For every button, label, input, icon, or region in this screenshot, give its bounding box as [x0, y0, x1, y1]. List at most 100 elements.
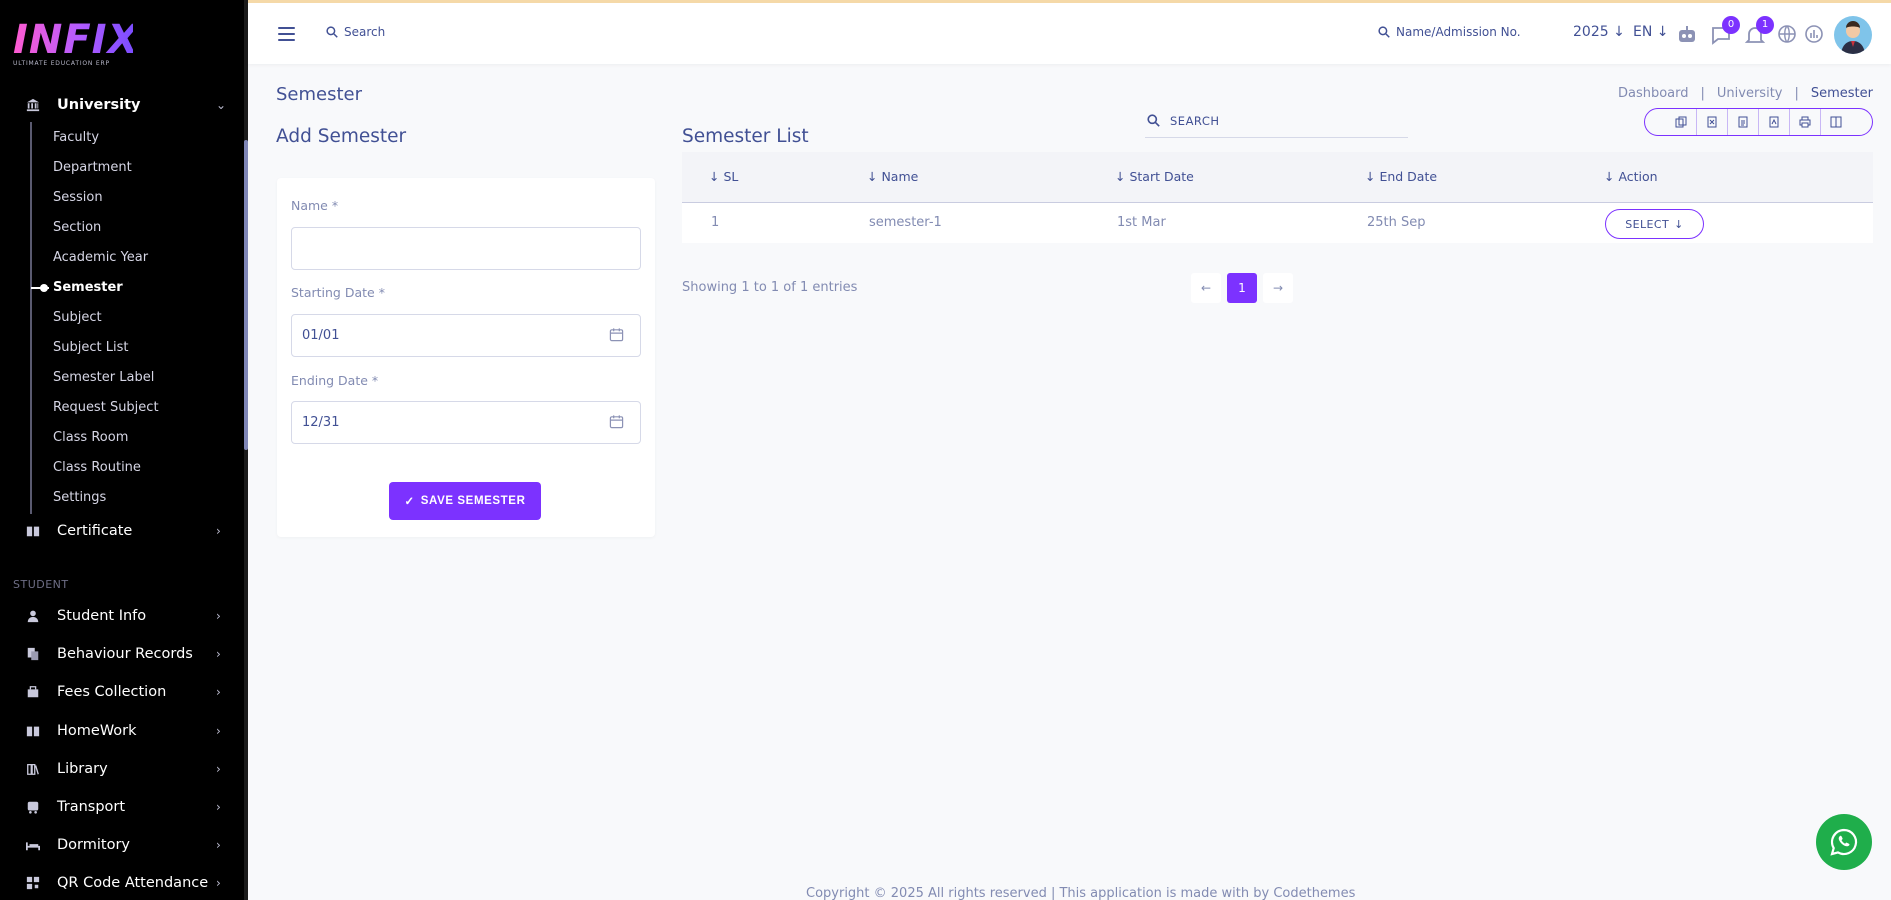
- save-semester-button[interactable]: ✓ SAVE SEMESTER: [389, 482, 541, 520]
- page-title: Semester: [276, 84, 363, 105]
- csv-icon: [1738, 116, 1747, 128]
- pdf-button[interactable]: [1759, 109, 1790, 135]
- global-search[interactable]: Search: [326, 25, 385, 39]
- sidebar-subitem-academic-year[interactable]: Academic Year: [53, 248, 148, 268]
- sidebar-subitem-department[interactable]: Department: [53, 158, 132, 178]
- sidebar-subitem-class-routine[interactable]: Class Routine: [53, 458, 141, 478]
- cell-sl: 1: [711, 215, 720, 230]
- admission-search[interactable]: Name/Admission No.: [1378, 25, 1521, 39]
- previous-page-button[interactable]: ←: [1191, 273, 1221, 303]
- robot-icon[interactable]: [1676, 24, 1698, 46]
- sidebar-subitem-subject[interactable]: Subject: [53, 308, 102, 328]
- sidebar-subitem-session[interactable]: Session: [53, 188, 103, 208]
- whatsapp-button[interactable]: [1816, 814, 1872, 870]
- globe-icon[interactable]: [1777, 24, 1799, 46]
- top-header: Search Name/Admission No. 2025 ↓ EN ↓ 0 …: [248, 0, 1891, 64]
- column-header-name[interactable]: ↓ Name: [867, 169, 918, 184]
- sidebar-subitem-semester[interactable]: Semester: [53, 278, 123, 298]
- table-search-input[interactable]: SEARCH: [1145, 104, 1408, 138]
- sidebar-subitem-faculty[interactable]: Faculty: [53, 128, 99, 148]
- language-selector[interactable]: EN ↓: [1633, 24, 1669, 40]
- sidebar-item-dormitory[interactable]: Dormitory ›: [0, 830, 244, 860]
- avatar[interactable]: [1834, 16, 1872, 54]
- menu-toggle-icon[interactable]: [278, 27, 295, 41]
- save-semester-label: SAVE SEMESTER: [420, 495, 526, 507]
- sidebar-subitem-section[interactable]: Section: [53, 218, 101, 238]
- ending-date-input[interactable]: 12/31: [291, 401, 641, 444]
- sidebar-item-label: HomeWork: [57, 722, 137, 739]
- column-header-start-date[interactable]: ↓ Start Date: [1115, 169, 1194, 184]
- sidebar-subitem-subject-list[interactable]: Subject List: [53, 338, 128, 358]
- sidebar-item-university[interactable]: University ⌄: [0, 90, 244, 120]
- breadcrumb-current: Semester: [1810, 86, 1873, 101]
- infix-logo[interactable]: INFIX ULTIMATE EDUCATION ERP: [13, 20, 138, 70]
- csv-button[interactable]: [1728, 109, 1759, 135]
- select-action-button[interactable]: SELECT ↓: [1605, 209, 1704, 239]
- year-selector[interactable]: 2025 ↓: [1573, 24, 1625, 40]
- language-value: EN: [1633, 24, 1653, 40]
- sidebar-item-certificate[interactable]: Certificate ›: [0, 516, 244, 546]
- sidebar-item-behaviour-records[interactable]: Behaviour Records ›: [0, 639, 244, 669]
- notification-badge: 1: [1756, 16, 1774, 34]
- chevron-right-icon: ›: [216, 723, 221, 738]
- search-icon: [326, 26, 338, 38]
- arrow-down-icon: ↓: [1674, 217, 1684, 231]
- sidebar-item-label: Dormitory: [57, 837, 130, 854]
- sidebar-item-label: Student Info: [57, 608, 147, 624]
- breadcrumb-separator: |: [1794, 86, 1799, 101]
- ending-date-label: Ending Date *: [291, 373, 379, 388]
- sidebar-item-label: Behaviour Records: [57, 646, 193, 663]
- sidebar-item-library[interactable]: Library ›: [0, 754, 244, 784]
- sidebar-item-qr-code-attendance[interactable]: QR Code Attendance ›: [0, 868, 244, 898]
- sidebar-item-fees-collection[interactable]: Fees Collection ›: [0, 677, 244, 707]
- check-icon: ✓: [404, 496, 415, 508]
- sidebar-subitem-class-room[interactable]: Class Room: [53, 428, 128, 448]
- excel-button[interactable]: [1697, 109, 1728, 135]
- column-header-sl[interactable]: ↓ SL: [709, 169, 738, 184]
- add-semester-form: Name * Starting Date * 01/01 Ending Date…: [277, 178, 655, 537]
- ending-date-value: 12/31: [302, 415, 340, 430]
- chart-icon[interactable]: [1804, 24, 1826, 46]
- user-icon: [27, 610, 39, 623]
- whatsapp-icon: [1830, 828, 1858, 856]
- breadcrumb-dashboard[interactable]: Dashboard: [1618, 86, 1689, 101]
- sidebar-item-student-info[interactable]: Student Info ›: [0, 601, 244, 631]
- pagination: ← 1 →: [1191, 273, 1293, 303]
- copy-button[interactable]: [1666, 109, 1697, 135]
- admission-search-label: Name/Admission No.: [1396, 25, 1521, 39]
- column-header-action[interactable]: ↓ Action: [1604, 169, 1658, 184]
- starting-date-input[interactable]: 01/01: [291, 314, 641, 357]
- starting-date-label: Starting Date *: [291, 285, 385, 300]
- sidebar-item-label: University: [57, 97, 141, 113]
- sidebar: INFIX ULTIMATE EDUCATION ERP University …: [0, 0, 248, 900]
- bell-icon[interactable]: 1: [1744, 16, 1774, 46]
- column-header-end-date[interactable]: ↓ End Date: [1365, 169, 1437, 184]
- sidebar-section-label: STUDENT: [13, 578, 69, 591]
- bus-icon: [27, 801, 39, 814]
- search-icon: [1147, 114, 1160, 127]
- column-header-label: Name: [881, 169, 919, 184]
- print-button[interactable]: [1790, 109, 1821, 135]
- scrollbar-thumb[interactable]: [244, 140, 248, 450]
- sidebar-subitem-settings[interactable]: Settings: [53, 488, 106, 508]
- page-1-button[interactable]: 1: [1227, 273, 1257, 303]
- sidebar-item-label: Library: [57, 760, 108, 777]
- calendar-icon[interactable]: [609, 414, 624, 429]
- calendar-icon[interactable]: [609, 327, 624, 342]
- breadcrumb-university[interactable]: University: [1717, 86, 1783, 101]
- chat-icon[interactable]: 0: [1710, 16, 1740, 46]
- column-header-label: Start Date: [1129, 169, 1194, 184]
- chevron-right-icon: ›: [216, 647, 221, 662]
- sidebar-item-transport[interactable]: Transport ›: [0, 792, 244, 822]
- chevron-right-icon: ›: [216, 524, 221, 538]
- columns-button[interactable]: [1821, 109, 1852, 135]
- records-icon: [27, 648, 39, 661]
- sidebar-scrollbar[interactable]: [244, 0, 248, 900]
- sidebar-subitem-request-subject[interactable]: Request Subject: [53, 398, 159, 418]
- sidebar-subitem-semester-label[interactable]: Semester Label: [53, 368, 154, 388]
- arrow-down-icon: ↓: [1613, 24, 1625, 40]
- table-search-placeholder: SEARCH: [1170, 113, 1220, 128]
- name-input[interactable]: [291, 227, 641, 270]
- next-page-button[interactable]: →: [1263, 273, 1293, 303]
- sidebar-item-homework[interactable]: HomeWork ›: [0, 716, 244, 746]
